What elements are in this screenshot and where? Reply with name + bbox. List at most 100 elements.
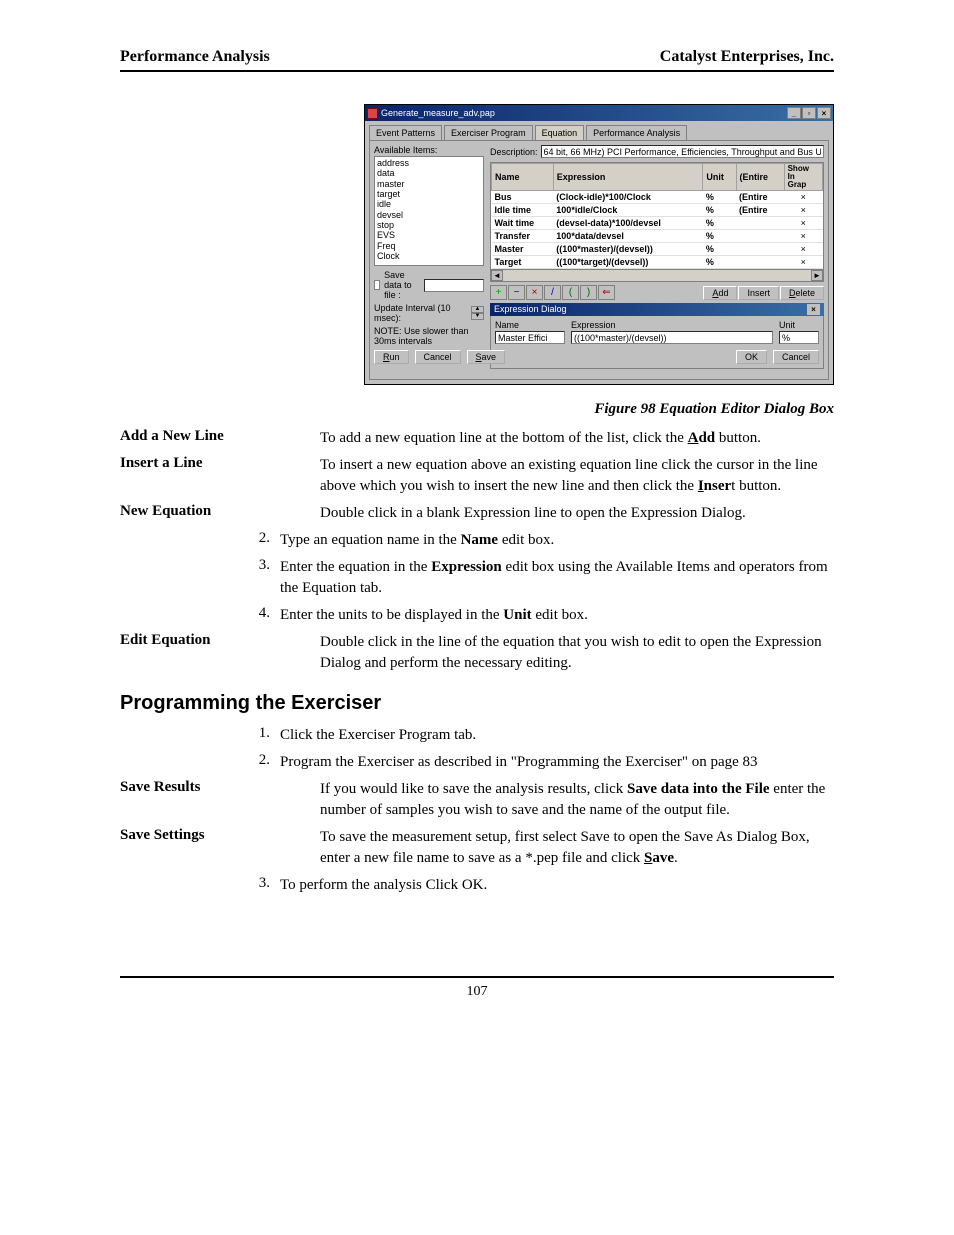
desc-save-settings: To save the measurement setup, first sel… bbox=[320, 827, 834, 869]
term-edit-equation: Edit Equation bbox=[120, 632, 320, 674]
op-paren-open-button[interactable]: ( bbox=[562, 285, 579, 300]
expression-dialog-close-icon[interactable]: × bbox=[807, 304, 820, 315]
save-data-label: Save data to file : bbox=[384, 270, 420, 300]
exp-name-field[interactable] bbox=[495, 331, 565, 344]
titlebar: Generate_measure_adv.pap _ ▫ × bbox=[365, 105, 833, 121]
equation-grid[interactable]: Name Expression Unit (Entire ShowInGrap … bbox=[490, 162, 824, 282]
desc-insert-line: To insert a new equation above an existi… bbox=[320, 455, 834, 497]
op-paren-close-button[interactable]: ) bbox=[580, 285, 597, 300]
desc-save-results: If you would like to save the analysis r… bbox=[320, 779, 834, 821]
list-item[interactable]: Freq bbox=[377, 241, 481, 251]
list-item[interactable]: Clock bbox=[377, 251, 481, 261]
table-row[interactable]: Idle time100*idle/Clock%(Entire× bbox=[492, 204, 823, 217]
table-row[interactable]: Master((100*master)/(devsel))%× bbox=[492, 243, 823, 256]
maximize-button[interactable]: ▫ bbox=[802, 107, 816, 119]
header-left: Performance Analysis bbox=[120, 48, 270, 66]
close-button[interactable]: × bbox=[817, 107, 831, 119]
step-num: 4. bbox=[120, 605, 280, 626]
expression-dialog-title: Expression Dialog bbox=[494, 304, 567, 315]
tab-event-patterns[interactable]: Event Patterns bbox=[369, 125, 442, 140]
step-num: 1. bbox=[120, 725, 280, 746]
exp-unit-field[interactable] bbox=[779, 331, 819, 344]
page-number: 107 bbox=[467, 984, 488, 999]
exp-expression-label: Expression bbox=[571, 320, 773, 330]
op-minus-button[interactable]: − bbox=[508, 285, 525, 300]
term-insert-line: Insert a Line bbox=[120, 455, 320, 497]
tab-row: Event Patterns Exerciser Program Equatio… bbox=[369, 125, 829, 140]
list-item[interactable]: idle bbox=[377, 199, 481, 209]
add-button[interactable]: Add bbox=[703, 286, 737, 300]
exp-name-label: Name bbox=[495, 320, 565, 330]
grid-hscroll[interactable]: ◄ ► bbox=[491, 269, 823, 281]
step-num: 2. bbox=[120, 752, 280, 773]
insert-button[interactable]: Insert bbox=[738, 286, 779, 300]
list-item[interactable]: master bbox=[377, 179, 481, 189]
op-plus-button[interactable]: + bbox=[490, 285, 507, 300]
step-num: 3. bbox=[120, 557, 280, 599]
table-row[interactable]: Target((100*target)/(devsel))%× bbox=[492, 256, 823, 269]
step-text: Enter the equation in the Expression edi… bbox=[280, 557, 834, 599]
col-name[interactable]: Name bbox=[492, 164, 554, 191]
save-data-checkbox[interactable] bbox=[374, 280, 380, 290]
term-add-new-line: Add a New Line bbox=[120, 428, 320, 449]
term-save-settings: Save Settings bbox=[120, 827, 320, 869]
update-interval-label: Update Interval (10 msec): bbox=[374, 303, 465, 323]
col-show[interactable]: ShowInGrap bbox=[784, 164, 822, 191]
app-icon bbox=[367, 108, 378, 119]
term-save-results: Save Results bbox=[120, 779, 320, 821]
interval-note: NOTE: Use slower than 30ms intervals bbox=[374, 326, 484, 346]
list-item[interactable]: stop bbox=[377, 220, 481, 230]
op-back-button[interactable]: ⇐ bbox=[598, 285, 615, 300]
tab-performance-analysis[interactable]: Performance Analysis bbox=[586, 125, 687, 140]
step-text: Type an equation name in the Name edit b… bbox=[280, 530, 834, 551]
delete-button[interactable]: Delete bbox=[780, 286, 824, 300]
op-divide-button[interactable]: / bbox=[544, 285, 561, 300]
description-field[interactable] bbox=[541, 145, 824, 158]
minimize-button[interactable]: _ bbox=[787, 107, 801, 119]
cancel-button[interactable]: Cancel bbox=[415, 350, 461, 364]
expression-dialog: Expression Dialog × Name Expression bbox=[490, 303, 824, 369]
table-row[interactable]: Bus(Clock-idle)*100/Clock%(Entire× bbox=[492, 191, 823, 204]
scroll-right-icon[interactable]: ► bbox=[811, 270, 823, 281]
table-row[interactable]: Transfer100*data/devsel%× bbox=[492, 230, 823, 243]
section-heading: Programming the Exerciser bbox=[120, 692, 834, 715]
step-text: Program the Exerciser as described in "P… bbox=[280, 752, 834, 773]
col-entire[interactable]: (Entire bbox=[736, 164, 784, 191]
desc-add-new-line: To add a new equation line at the bottom… bbox=[320, 428, 834, 449]
col-unit[interactable]: Unit bbox=[703, 164, 736, 191]
available-items-label: Available Items: bbox=[374, 145, 484, 155]
exp-expression-field[interactable] bbox=[571, 331, 773, 344]
save-button[interactable]: Save bbox=[467, 350, 506, 364]
step-text: Enter the units to be displayed in the U… bbox=[280, 605, 834, 626]
list-item[interactable]: address bbox=[377, 158, 481, 168]
exp-unit-label: Unit bbox=[779, 320, 819, 330]
header-right: Catalyst Enterprises, Inc. bbox=[660, 48, 834, 66]
list-item[interactable]: EVS bbox=[377, 230, 481, 240]
page-footer: 107 bbox=[120, 976, 834, 1000]
operator-toolbar: + − × / ( ) ⇐ Add Insert Delete bbox=[490, 285, 824, 300]
available-items-list[interactable]: address data master target idle devsel s… bbox=[374, 156, 484, 266]
page-header: Performance Analysis Catalyst Enterprise… bbox=[120, 48, 834, 72]
desc-new-equation: Double click in a blank Expression line … bbox=[320, 503, 834, 524]
list-item[interactable]: devsel bbox=[377, 210, 481, 220]
save-data-file-field[interactable] bbox=[424, 279, 484, 292]
description-label: Description: bbox=[490, 147, 538, 157]
col-expression[interactable]: Expression bbox=[553, 164, 703, 191]
exp-ok-button[interactable]: OK bbox=[736, 350, 767, 364]
interval-spinner[interactable]: ▲▼ bbox=[471, 306, 484, 320]
step-text: Click the Exerciser Program tab. bbox=[280, 725, 834, 746]
equation-editor-window: Generate_measure_adv.pap _ ▫ × Event Pat… bbox=[364, 104, 834, 385]
table-row[interactable]: Wait time(devsel-data)*100/devsel%× bbox=[492, 217, 823, 230]
exp-cancel-button[interactable]: Cancel bbox=[773, 350, 819, 364]
step-text: To perform the analysis Click OK. bbox=[280, 875, 834, 896]
list-item[interactable]: target bbox=[377, 189, 481, 199]
figure-caption: Figure 98 Equation Editor Dialog Box bbox=[120, 401, 834, 418]
desc-edit-equation: Double click in the line of the equation… bbox=[320, 632, 834, 674]
tab-equation[interactable]: Equation bbox=[535, 125, 585, 140]
step-num: 3. bbox=[120, 875, 280, 896]
tab-exerciser-program[interactable]: Exerciser Program bbox=[444, 125, 533, 140]
run-button[interactable]: Run bbox=[374, 350, 409, 364]
op-multiply-button[interactable]: × bbox=[526, 285, 543, 300]
scroll-left-icon[interactable]: ◄ bbox=[491, 270, 503, 281]
list-item[interactable]: data bbox=[377, 168, 481, 178]
